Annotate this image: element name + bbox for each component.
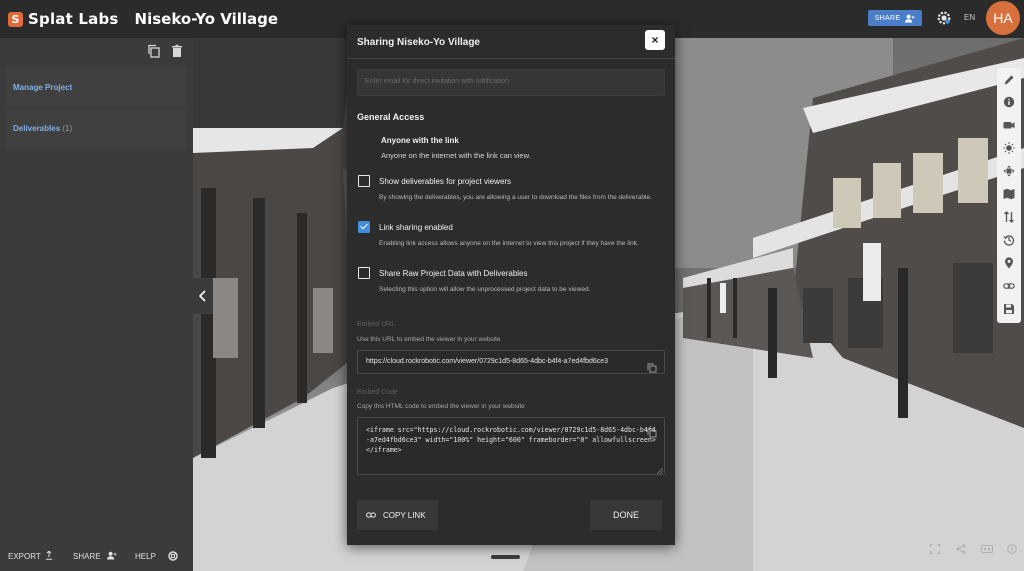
embed-url-field[interactable]: https://cloud.rockrobotic.com/viewer/072… [357, 350, 665, 374]
dialog-header: Sharing Niseko-Yo Village × [347, 25, 675, 59]
trash-icon[interactable] [170, 44, 184, 58]
copy-icon[interactable] [147, 44, 161, 58]
brand-name: Splat Labs [28, 10, 119, 28]
chevron-left-icon [198, 290, 206, 302]
sidebar-item-label: Deliverables (1) [13, 124, 72, 133]
info-icon[interactable] [1003, 96, 1015, 108]
embed-code-label: Embed Code [357, 389, 398, 396]
lifebuoy-icon[interactable] [168, 551, 178, 561]
link-sharing-description: Enabling link access allows anyone on th… [379, 240, 639, 247]
link-sharing-checkbox[interactable] [358, 221, 370, 233]
export-arrow-icon[interactable] [46, 551, 52, 560]
sidebar-bottom-bar: EXPORT SHARE HELP [0, 541, 193, 571]
vr-icon[interactable] [981, 544, 993, 554]
add-user-icon[interactable] [106, 551, 117, 560]
dialog-title: Sharing Niseko-Yo Village [357, 37, 480, 48]
sidebar-tools [147, 44, 184, 58]
sidebar-item-label: Manage Project [13, 83, 72, 92]
settings-gear-icon[interactable] [936, 10, 952, 26]
share-raw-data-description: Selecting this option will allow the unp… [379, 286, 591, 293]
copy-url-icon[interactable] [647, 363, 657, 373]
copy-code-icon[interactable] [647, 428, 657, 438]
link-icon [366, 512, 376, 518]
link-icon[interactable] [1003, 280, 1015, 292]
embed-code-description: Copy this HTML code to embed the viewer … [357, 403, 525, 410]
share-raw-data-label[interactable]: Share Raw Project Data with Deliverables [379, 269, 528, 278]
done-button[interactable]: DONE [590, 500, 662, 530]
share-raw-data-checkbox[interactable] [358, 267, 370, 279]
logo-mark: S [8, 11, 23, 27]
export-button[interactable]: EXPORT [8, 552, 41, 561]
save-icon[interactable] [1003, 303, 1015, 315]
history-icon[interactable] [1003, 234, 1015, 246]
user-avatar[interactable]: HA [986, 1, 1020, 35]
bottom-share-button[interactable]: SHARE [73, 552, 101, 561]
embed-url-label: Embed URL [357, 321, 396, 328]
embed-code-field[interactable]: <iframe src="https://cloud.rockrobotic.c… [357, 417, 665, 475]
show-deliverables-checkbox[interactable] [358, 175, 370, 187]
deliverables-label: Deliverables [13, 124, 61, 133]
manage-project-label: Manage Project [13, 83, 73, 92]
fullscreen-icon[interactable] [930, 544, 940, 554]
help-button[interactable]: HELP [135, 552, 156, 561]
brightness-icon[interactable] [1003, 142, 1015, 154]
map-icon[interactable] [1003, 188, 1015, 200]
sidebar-item-manage-project[interactable]: Manage Project [5, 68, 187, 106]
viewer-toolbar [997, 68, 1021, 323]
camera-icon[interactable] [1003, 119, 1015, 131]
sidebar: Manage Project Deliverables (1) EXPORT S… [0, 38, 193, 571]
project-title: Niseko-Yo Village [134, 10, 279, 28]
sharing-dialog: Sharing Niseko-Yo Village × Enter email … [347, 25, 675, 545]
close-button[interactable]: × [645, 30, 665, 50]
general-access-heading: General Access [357, 112, 425, 122]
app-root: S Splat Labs Niseko-Yo Village SHARE EN … [0, 0, 1024, 571]
brand-logo[interactable]: S Splat Labs [8, 10, 119, 28]
link-sharing-label[interactable]: Link sharing enabled [379, 223, 453, 232]
bottom-drawer-handle[interactable] [491, 555, 520, 559]
access-level-title[interactable]: Anyone with the link [381, 136, 459, 145]
location-pin-icon[interactable] [1003, 257, 1015, 269]
info-small-icon[interactable] [1007, 544, 1017, 554]
deliverables-count: (1) [62, 124, 73, 133]
share-button-label: SHARE [874, 14, 901, 22]
pencil-icon[interactable] [1003, 74, 1015, 86]
embed-url-description: Use this URL to embed the viewer in your… [357, 336, 501, 343]
sidebar-item-deliverables[interactable]: Deliverables (1) [5, 110, 187, 148]
add-user-icon [905, 14, 915, 23]
collapse-sidebar-button[interactable] [193, 278, 213, 314]
access-level-description: Anyone on the internet with the link can… [381, 151, 531, 160]
copy-link-button[interactable]: COPY LINK [357, 500, 438, 530]
show-deliverables-description: By showing the deliverables, you are all… [379, 194, 652, 201]
swap-icon[interactable] [1003, 211, 1015, 223]
show-deliverables-label[interactable]: Show deliverables for project viewers [379, 177, 511, 186]
invite-email-input[interactable]: Enter email for direct invitation with n… [357, 69, 665, 96]
resize-handle-icon[interactable] [657, 468, 663, 474]
share-nodes-icon[interactable] [956, 544, 966, 554]
close-icon: × [651, 33, 659, 47]
move-icon[interactable] [1003, 165, 1015, 177]
copy-link-label: COPY LINK [383, 510, 426, 520]
language-selector[interactable]: EN [964, 13, 975, 22]
share-button[interactable]: SHARE [868, 10, 922, 26]
